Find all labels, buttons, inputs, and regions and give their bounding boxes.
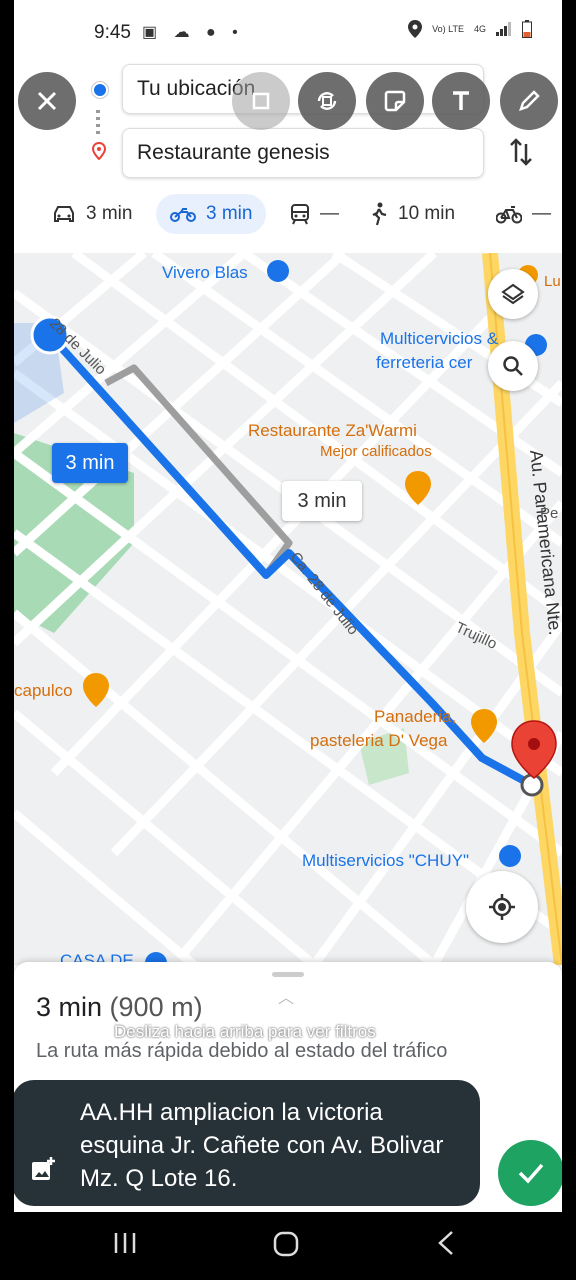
home-button[interactable]: [272, 1230, 300, 1265]
crop-tool-button[interactable]: [232, 72, 290, 130]
route-distance: (900 m): [109, 992, 203, 1022]
vivero-marker: [267, 260, 289, 282]
label-multicervicios-2: ferreteria cer: [376, 353, 473, 372]
mode-motorcycle[interactable]: 3 min: [156, 194, 267, 234]
check-icon: [518, 1163, 544, 1184]
destination-text: Restaurante genesis: [137, 141, 330, 164]
mode-walk[interactable]: 10 min: [370, 194, 455, 234]
sticker-icon: [384, 90, 406, 112]
home-icon: [273, 1231, 299, 1257]
volte-indicator: Vo) LTE: [432, 23, 464, 34]
pencil-icon: [519, 90, 540, 111]
mode-walk-time: 10 min: [398, 203, 456, 224]
transit-icon: [291, 204, 309, 225]
motorcycle-icon: [170, 208, 196, 222]
mode-transit-time: —: [320, 203, 339, 224]
label-multicervicios-1: Multicervicios &: [380, 329, 499, 348]
walk-icon: [372, 202, 387, 226]
text-tool-button[interactable]: [432, 72, 490, 130]
close-icon: [37, 91, 57, 111]
sheet-handle[interactable]: [272, 972, 304, 977]
swap-button[interactable]: [508, 136, 538, 170]
rotate-icon: [317, 92, 337, 110]
layers-button[interactable]: [488, 269, 538, 319]
travel-modes: 3 min 3 min — 10 min —: [14, 190, 562, 242]
network-type: 4G: [473, 23, 486, 34]
recent-apps-icon: [114, 1233, 136, 1253]
mode-car-time: 3 min: [86, 203, 133, 224]
route-description: La ruta más rápida debido al estado del …: [36, 1040, 448, 1062]
route-time-alternate[interactable]: 3 min: [282, 481, 362, 521]
app-screen: 9:45 ▣ ☁ ● • Vo) LTE 4G Tu ubicación Res…: [14, 0, 562, 1212]
route-connector: [96, 110, 100, 134]
rotate-tool-button[interactable]: [298, 72, 356, 130]
chevron-up-icon: ︿: [278, 990, 295, 1007]
label-chuy: Multiservicios "CHUY": [302, 851, 469, 870]
route-sheet[interactable]: ︿ 3 min (900 m) Desliza hacia arriba par…: [14, 962, 562, 1212]
status-notification-icons: ▣ ☁ ● •: [142, 24, 244, 41]
my-location-icon: [489, 894, 515, 920]
mode-bike[interactable]: —: [496, 194, 551, 234]
swap-icon: [510, 138, 532, 166]
label-restaurante: Restaurante Za'Warmi: [248, 421, 417, 440]
draw-tool-button[interactable]: [500, 72, 558, 130]
status-bar: 9:45 ▣ ☁ ● • Vo) LTE 4G: [14, 0, 562, 60]
text-icon: [453, 91, 469, 110]
layers-icon: [501, 283, 525, 305]
route-end-point: [520, 773, 544, 797]
battery-icon: [522, 20, 532, 38]
route-duration: 3 min: [36, 992, 103, 1022]
caption-toast[interactable]: AA.HH ampliacion la victoria esquina Jr.…: [14, 1080, 480, 1206]
label-lu: Lu: [544, 273, 561, 290]
recent-apps-button[interactable]: [112, 1230, 138, 1263]
label-panaderia-2: pasteleria D' Vega: [310, 731, 448, 750]
back-icon: [438, 1231, 453, 1255]
label-pe: Pe: [540, 505, 559, 522]
label-mejor: Mejor calificados: [320, 443, 432, 460]
add-image-icon: [32, 1157, 55, 1180]
system-nav-bar: [0, 1212, 576, 1280]
map-view[interactable]: Vivero Blas Multicervicios & ferreteria …: [14, 253, 562, 965]
caption-text: AA.HH ampliacion la victoria esquina Jr.…: [80, 1099, 444, 1192]
chuy-marker: [499, 845, 521, 867]
location-icon: [408, 20, 423, 38]
label-vivero: Vivero Blas: [162, 263, 248, 282]
signal-icon: [496, 22, 511, 36]
close-button[interactable]: [18, 72, 76, 130]
bike-icon: [496, 206, 522, 224]
status-time: 9:45: [94, 22, 131, 43]
status-right-icons: Vo) LTE 4G: [408, 20, 532, 38]
route-time-selected[interactable]: 3 min: [52, 443, 128, 483]
search-icon: [503, 356, 523, 376]
route-summary: 3 min (900 m): [36, 992, 203, 1023]
mode-transit[interactable]: —: [290, 194, 339, 234]
mode-bike-time: —: [532, 203, 551, 224]
sticker-tool-button[interactable]: [366, 72, 424, 130]
label-panaderia-1: Panaderia,: [374, 707, 457, 726]
mode-motorcycle-time: 3 min: [206, 203, 253, 224]
swipe-hint: Desliza hacia arriba para ver filtros: [114, 1022, 376, 1041]
confirm-button[interactable]: [498, 1140, 562, 1206]
back-button[interactable]: [434, 1230, 458, 1263]
mode-car[interactable]: 3 min: [52, 194, 132, 234]
recenter-button[interactable]: [466, 871, 538, 943]
destination-pin-icon: [91, 142, 107, 160]
destination-input[interactable]: Restaurante genesis: [122, 128, 484, 178]
origin-dot-icon: [92, 82, 108, 98]
map-search-button[interactable]: [488, 341, 538, 391]
crop-icon: [252, 92, 270, 110]
car-icon: [54, 206, 74, 222]
label-acapulco: capulco: [14, 681, 73, 700]
